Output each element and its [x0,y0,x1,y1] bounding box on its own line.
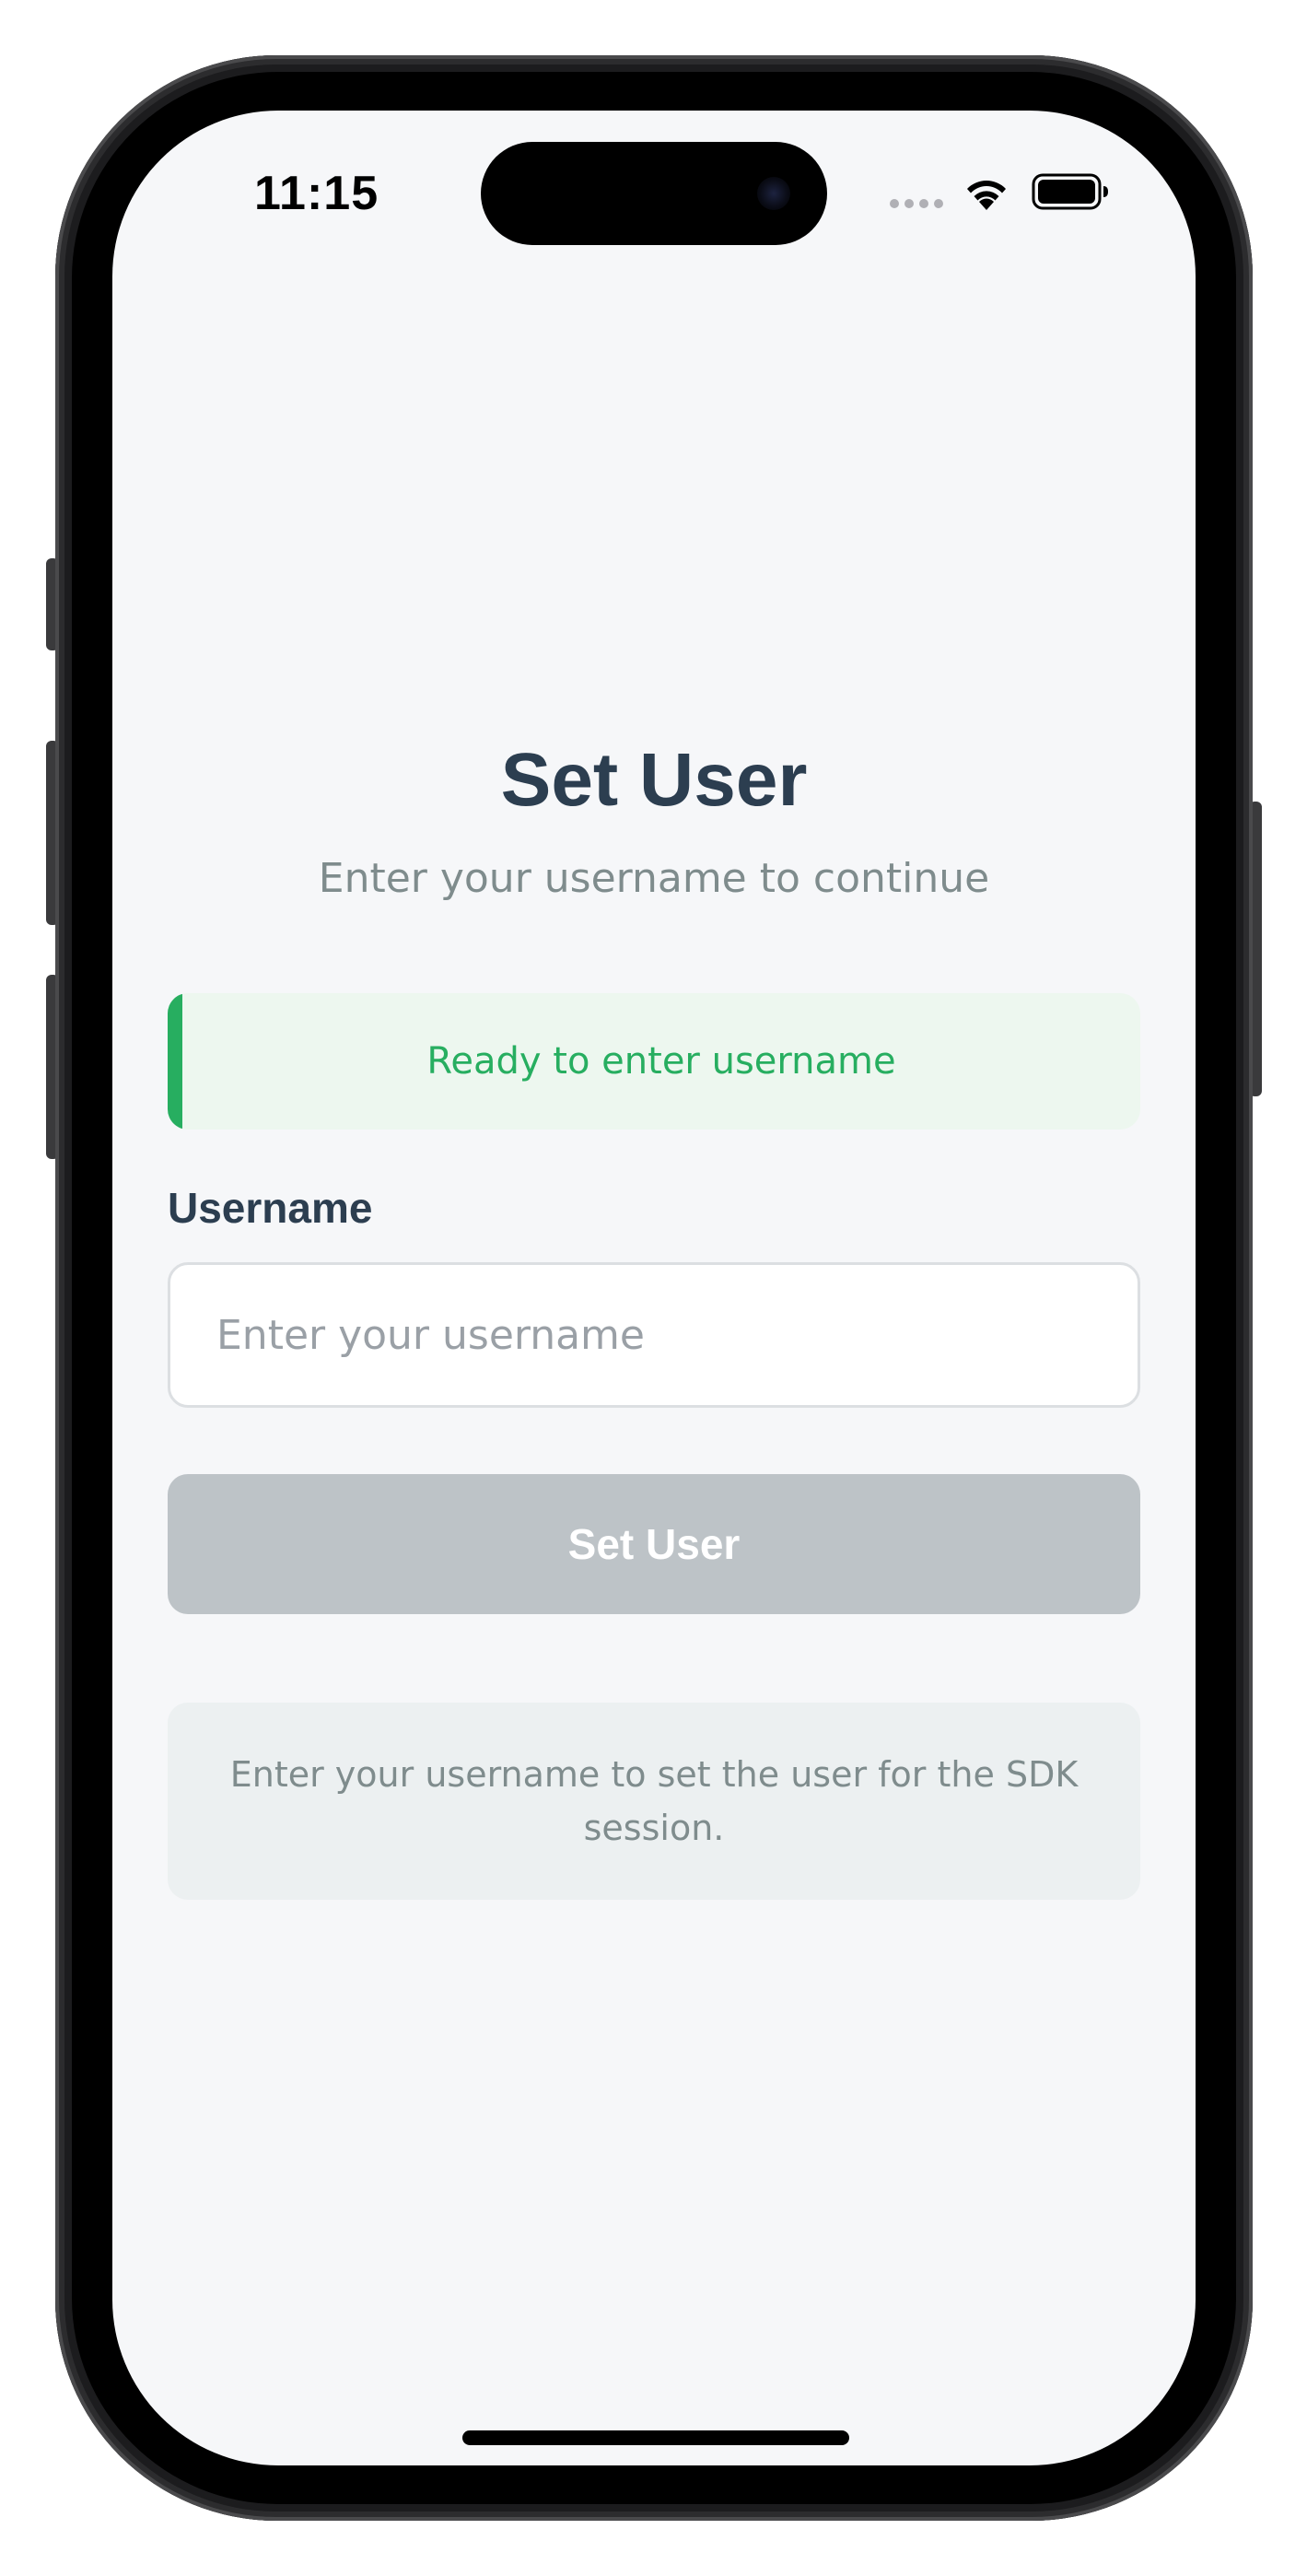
username-label: Username [168,1184,373,1232]
cellular-signal-icon [890,199,943,208]
status-message-text: Ready to enter username [426,1040,896,1083]
app-screen: 11:15 Set User Enter your username to co… [112,111,1196,2465]
info-card: Enter your username to set the user for … [168,1703,1140,1900]
status-bar-time: 11:15 [254,167,379,220]
home-indicator[interactable] [462,2430,849,2445]
wifi-icon [967,181,1006,210]
battery-icon [1032,173,1108,210]
front-camera-icon [757,177,790,210]
username-input[interactable] [168,1262,1140,1408]
status-message-card: Ready to enter username [168,993,1140,1130]
set-user-button[interactable]: Set User [168,1474,1140,1614]
dynamic-island [481,142,827,245]
info-text: Enter your username to set the user for … [229,1754,1079,1848]
page-title: Set User [500,738,808,822]
device-stage: 11:15 Set User Enter your username to co… [0,0,1307,2576]
page-subtitle: Enter your username to continue [318,855,990,902]
